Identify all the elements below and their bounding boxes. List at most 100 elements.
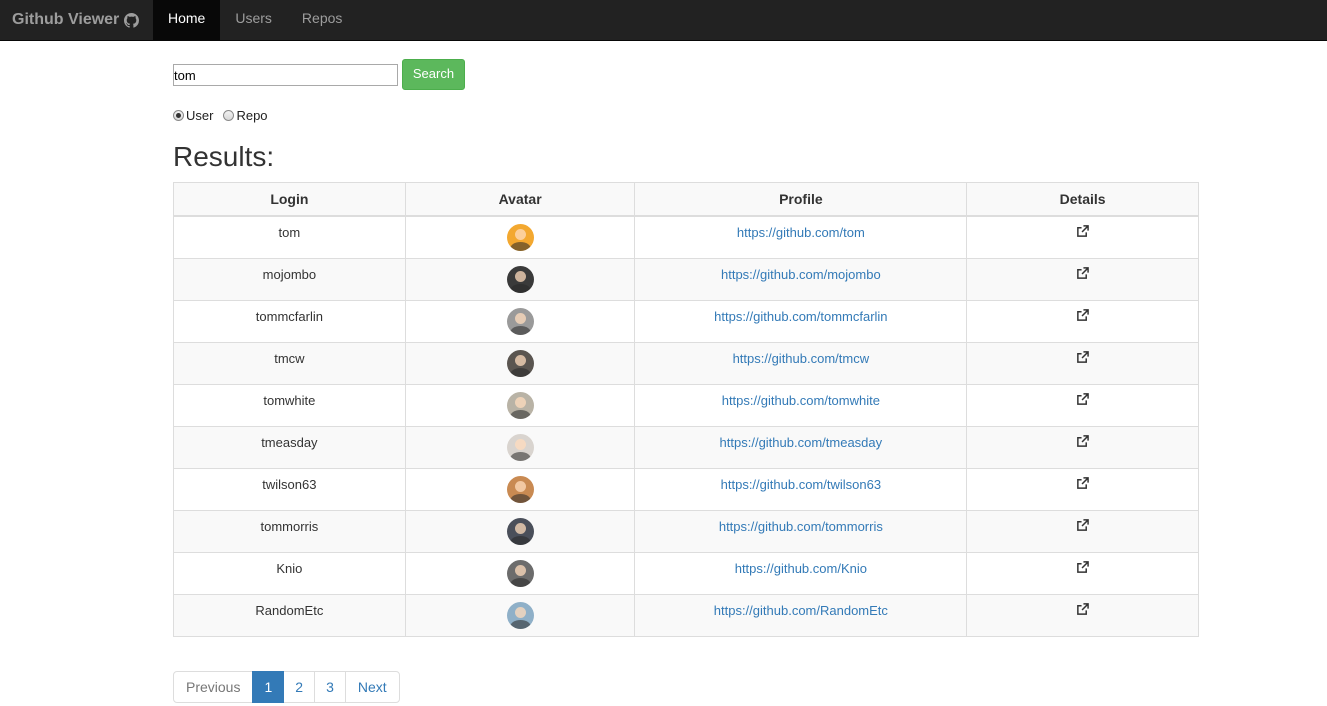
cell-login: tomwhite bbox=[173, 384, 406, 427]
cell-login: Knio bbox=[173, 552, 406, 595]
search-type-group: User Repo bbox=[173, 108, 278, 123]
external-link-icon[interactable] bbox=[1076, 561, 1089, 574]
radio-repo-label: Repo bbox=[236, 108, 268, 123]
external-link-icon[interactable] bbox=[1076, 435, 1089, 448]
radio-user[interactable]: User bbox=[173, 108, 213, 123]
radio-repo[interactable]: Repo bbox=[223, 108, 268, 123]
table-row: tom https://github.com/tom bbox=[173, 215, 1199, 259]
navbar: Github Viewer Home Users Repos bbox=[0, 0, 1327, 41]
cell-details bbox=[966, 426, 1199, 469]
brand-title[interactable]: Github Viewer bbox=[12, 2, 119, 38]
profile-link[interactable]: https://github.com/Knio bbox=[635, 553, 966, 576]
search-button[interactable]: Search bbox=[402, 59, 465, 90]
profile-link[interactable]: https://github.com/tomwhite bbox=[635, 385, 966, 408]
brand[interactable]: Github Viewer bbox=[12, 0, 140, 40]
cell-avatar bbox=[404, 594, 636, 637]
profile-link[interactable]: https://github.com/tommcfarlin bbox=[635, 301, 966, 324]
cell-profile: https://github.com/tom bbox=[634, 215, 968, 259]
login-text: tmcw bbox=[274, 351, 305, 366]
cell-details bbox=[966, 215, 1199, 259]
cell-avatar bbox=[404, 258, 636, 301]
external-link-icon[interactable] bbox=[1076, 267, 1089, 280]
pagination-page-2[interactable]: 2 bbox=[283, 671, 316, 703]
cell-profile: https://github.com/tmcw bbox=[634, 342, 968, 385]
cell-profile: https://github.com/tmeasday bbox=[634, 426, 968, 469]
external-link-icon[interactable] bbox=[1076, 603, 1089, 616]
nav-users[interactable]: Users bbox=[220, 0, 287, 40]
avatar bbox=[506, 308, 534, 335]
pagination-page-1[interactable]: 1 bbox=[252, 671, 285, 703]
cell-profile: https://github.com/twilson63 bbox=[634, 468, 968, 511]
cell-login: tommorris bbox=[173, 510, 406, 553]
pagination: Previous 1 2 3 Next bbox=[173, 671, 400, 703]
profile-link[interactable]: https://github.com/tom bbox=[635, 217, 966, 240]
avatar bbox=[506, 602, 534, 629]
cell-details bbox=[966, 468, 1199, 511]
table-row: twilson63 https://github.com/twilson63 bbox=[173, 468, 1199, 511]
cell-avatar bbox=[404, 426, 636, 469]
cell-details bbox=[966, 594, 1199, 637]
cell-avatar bbox=[404, 510, 636, 553]
profile-link[interactable]: https://github.com/mojombo bbox=[635, 259, 966, 282]
cell-profile: https://github.com/tommorris bbox=[634, 510, 968, 553]
cell-login: twilson63 bbox=[173, 468, 406, 511]
cell-avatar bbox=[404, 384, 636, 427]
cell-avatar bbox=[404, 468, 636, 511]
cell-profile: https://github.com/RandomEtc bbox=[634, 594, 968, 637]
radio-user-label: User bbox=[186, 108, 214, 123]
cell-profile: https://github.com/tommcfarlin bbox=[634, 300, 968, 343]
avatar bbox=[506, 434, 534, 461]
nav-repos[interactable]: Repos bbox=[287, 0, 357, 40]
table-header-row: Login Avatar Profile Details bbox=[173, 182, 1199, 217]
external-link-icon[interactable] bbox=[1076, 519, 1089, 532]
avatar bbox=[506, 560, 534, 587]
nav-home[interactable]: Home bbox=[153, 0, 221, 40]
table-row: tmcw https://github.com/tmcw bbox=[173, 342, 1199, 385]
pagination-next[interactable]: Next bbox=[344, 671, 400, 703]
login-text: mojombo bbox=[262, 267, 317, 282]
cell-profile: https://github.com/mojombo bbox=[634, 258, 968, 301]
table-row: RandomEtc https://github.com/RandomEtc bbox=[173, 594, 1199, 637]
external-link-icon[interactable] bbox=[1076, 225, 1089, 238]
cell-avatar bbox=[404, 342, 636, 385]
cell-avatar bbox=[404, 300, 636, 343]
search-input[interactable] bbox=[173, 64, 398, 86]
table-row: tommorris https://github.com/tommorris bbox=[173, 510, 1199, 553]
radio-user-circle[interactable] bbox=[173, 110, 184, 121]
cell-details bbox=[966, 300, 1199, 343]
external-link-icon[interactable] bbox=[1076, 309, 1089, 322]
cell-details bbox=[966, 552, 1199, 595]
column-header-avatar: Avatar bbox=[404, 182, 636, 217]
cell-login: tmcw bbox=[173, 342, 406, 385]
external-link-icon[interactable] bbox=[1076, 351, 1089, 364]
column-header-profile: Profile bbox=[634, 182, 968, 217]
profile-link[interactable]: https://github.com/tmeasday bbox=[635, 427, 966, 450]
cell-login: tom bbox=[173, 215, 406, 259]
results-heading: Results: bbox=[173, 141, 275, 172]
table-row: mojombo https://github.com/mojombo bbox=[173, 258, 1199, 301]
column-header-details: Details bbox=[966, 182, 1199, 217]
external-link-icon[interactable] bbox=[1076, 393, 1089, 406]
login-text: tommcfarlin bbox=[255, 309, 323, 324]
external-link-icon[interactable] bbox=[1076, 477, 1089, 490]
cell-details bbox=[966, 258, 1199, 301]
cell-login: RandomEtc bbox=[173, 594, 406, 637]
login-text: Knio bbox=[276, 561, 303, 576]
avatar bbox=[506, 350, 534, 377]
cell-details bbox=[966, 342, 1199, 385]
table-row: tmeasday https://github.com/tmeasday bbox=[173, 426, 1199, 469]
cell-profile: https://github.com/tomwhite bbox=[634, 384, 968, 427]
cell-details bbox=[966, 384, 1199, 427]
radio-repo-circle[interactable] bbox=[223, 110, 235, 121]
cell-login: tmeasday bbox=[173, 426, 406, 469]
github-octocat-icon bbox=[124, 13, 140, 28]
profile-link[interactable]: https://github.com/RandomEtc bbox=[635, 595, 966, 618]
avatar bbox=[506, 392, 534, 419]
pagination-previous[interactable]: Previous bbox=[173, 671, 254, 703]
profile-link[interactable]: https://github.com/tmcw bbox=[635, 343, 966, 366]
profile-link[interactable]: https://github.com/twilson63 bbox=[635, 469, 966, 492]
results-body: tom https://github.com/tom mojombo https://… bbox=[173, 215, 1199, 637]
pagination-page-3[interactable]: 3 bbox=[314, 671, 346, 703]
profile-link[interactable]: https://github.com/tommorris bbox=[635, 511, 966, 534]
login-text: RandomEtc bbox=[255, 603, 324, 618]
